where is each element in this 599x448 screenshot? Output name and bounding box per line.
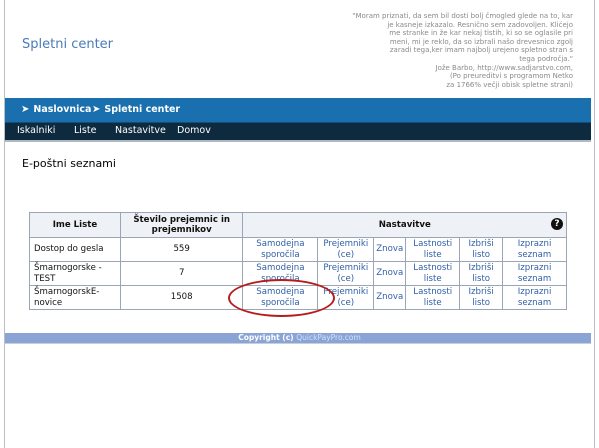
empty-list-link[interactable]: Izprazni seznam xyxy=(502,285,567,310)
delete-list-link[interactable]: Izbriši listo xyxy=(459,237,504,262)
delete-list-link[interactable]: Izbriši listo xyxy=(459,285,504,310)
menu-item-nastavitve[interactable]: Nastavitve xyxy=(115,125,166,136)
menu-item-domov[interactable]: Domov xyxy=(177,125,211,136)
column-header-name: Ime Liste xyxy=(29,212,121,238)
quote-line: je kasneje izkazalo. Resnično sem zadovo… xyxy=(387,20,573,29)
list-name: Dostop do gesla xyxy=(29,237,121,262)
quote-line: zaradi tega,ker imam najbolj urejeno spl… xyxy=(389,46,573,55)
settings-header-label: Nastavitve xyxy=(378,219,431,230)
restart-link[interactable]: Znova xyxy=(373,285,407,310)
chevron-right-icon: ➤ xyxy=(92,104,101,115)
recipient-count: 559 xyxy=(119,237,244,262)
quote-line: meni, mi je reklo, da so izbrali našo dr… xyxy=(389,37,573,46)
quote-line: tega področja." xyxy=(519,54,573,63)
table-header-row: Ime Liste Število prejemnic in prejemnik… xyxy=(29,212,567,238)
recipient-count: 7 xyxy=(119,261,244,286)
recipients-link[interactable]: Prejemniki (ce) xyxy=(317,261,375,286)
copyright-text: Copyright (c) xyxy=(238,333,294,342)
quote-line: me stranke in že kar nekaj tistih, ki so… xyxy=(389,29,573,38)
divider xyxy=(5,343,591,344)
quote-line: (Po preureditvi s programom Netko xyxy=(449,72,573,81)
main-menu: Iskalniki Liste Nastavitve Domov xyxy=(5,123,591,140)
help-icon[interactable]: ? xyxy=(551,218,563,230)
testimonial-quote: "Moram priznati, da sem bil dosti bolj č… xyxy=(337,12,573,89)
breadcrumb: ➤ Naslovnica ➤ Spletni center xyxy=(5,98,591,123)
table-row: Šmarnogorske - TEST 7 Samodejna sporočil… xyxy=(29,261,567,286)
recipients-link[interactable]: Prejemniki (ce) xyxy=(317,237,375,262)
restart-link[interactable]: Znova xyxy=(373,237,407,262)
empty-list-link[interactable]: Izprazni seznam xyxy=(502,237,567,262)
table-row: ŠmarnogorskE-novice 1508 Samodejna sporo… xyxy=(29,285,567,310)
list-properties-link[interactable]: Lastnosti liste xyxy=(405,261,461,286)
quote-line: za 1766% večji obisk spletne strani) xyxy=(446,80,573,89)
quote-author: Jože Barbo, http://www.sadjarstvo.com, xyxy=(435,63,574,72)
table-row: Dostop do gesla 559 Samodejna sporočila … xyxy=(29,237,567,262)
empty-list-link[interactable]: Izprazni seznam xyxy=(502,261,567,286)
menu-item-iskalniki[interactable]: Iskalniki xyxy=(17,125,55,136)
delete-list-link[interactable]: Izbriši listo xyxy=(459,261,504,286)
divider xyxy=(5,140,591,142)
restart-link[interactable]: Znova xyxy=(373,261,407,286)
quote-line: "Moram priznati, da sem bil dosti bolj č… xyxy=(352,12,573,20)
column-header-settings: Nastavitve ? xyxy=(242,212,567,238)
breadcrumb-item-spletni-center[interactable]: ➤ Spletni center xyxy=(92,104,180,115)
copyright-brand-link[interactable]: QuickPayPro.com xyxy=(296,333,361,342)
list-name: ŠmarnogorskE-novice xyxy=(29,285,121,310)
column-header-count: Število prejemnic in prejemnikov xyxy=(119,212,244,238)
autoresponder-link[interactable]: Samodejna sporočila xyxy=(242,261,319,286)
breadcrumb-item-naslovnica[interactable]: ➤ Naslovnica xyxy=(21,104,91,115)
mailing-lists-table: Ime Liste Število prejemnic in prejemnik… xyxy=(29,212,567,310)
page-title: E-poštni seznami xyxy=(22,157,116,170)
list-properties-link[interactable]: Lastnosti liste xyxy=(405,237,461,262)
recipients-link[interactable]: Prejemniki (ce) xyxy=(317,285,375,310)
menu-item-liste[interactable]: Liste xyxy=(74,125,96,136)
autoresponder-link[interactable]: Samodejna sporočila xyxy=(242,285,319,310)
breadcrumb-label: Spletni center xyxy=(104,104,181,115)
copyright-notice: Copyright (c) QuickPayPro.com xyxy=(0,333,599,343)
chevron-right-icon: ➤ xyxy=(21,104,30,115)
breadcrumb-label: Naslovnica xyxy=(33,104,92,115)
recipient-count: 1508 xyxy=(119,285,244,310)
autoresponder-link[interactable]: Samodejna sporočila xyxy=(242,237,319,262)
site-title: Spletni center xyxy=(22,37,114,52)
list-properties-link[interactable]: Lastnosti liste xyxy=(405,285,461,310)
list-name: Šmarnogorske - TEST xyxy=(29,261,121,286)
